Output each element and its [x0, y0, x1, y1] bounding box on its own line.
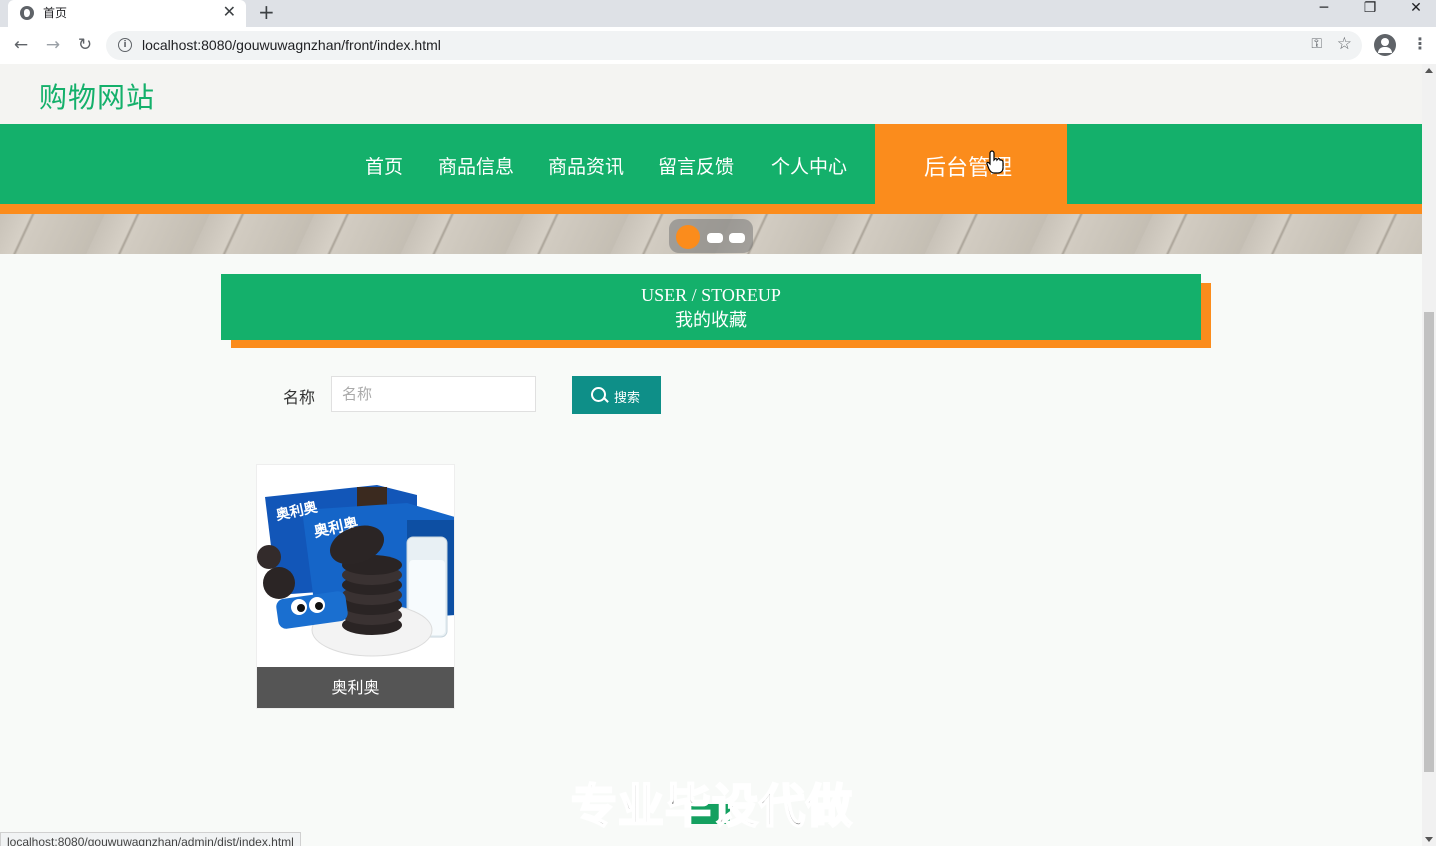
window-close-button[interactable]: ✕: [1393, 0, 1436, 20]
nav-item-home[interactable]: 首页: [365, 152, 403, 179]
product-name: 奥利奥: [257, 667, 454, 708]
browser-tab[interactable]: 首页 ✕: [8, 0, 246, 27]
search-input[interactable]: [331, 376, 536, 412]
search-button-label: 搜索: [614, 391, 641, 406]
menu-kebab-icon[interactable]: ⋮: [1412, 34, 1428, 53]
main-nav: 首页 商品信息 商品资讯 留言反馈 个人中心 后台管理: [0, 124, 1422, 204]
section-title: USER / STOREUP 我的收藏: [221, 274, 1201, 340]
tab-close-icon[interactable]: ✕: [223, 2, 236, 22]
nav-item-profile[interactable]: 个人中心: [771, 152, 847, 179]
search-icon: [591, 387, 606, 402]
url-text[interactable]: localhost:8080/gouwuwagnzhan/front/index…: [142, 37, 441, 53]
section-title-en: USER / STOREUP: [641, 285, 781, 305]
site-info-icon[interactable]: i: [118, 38, 132, 52]
tab-title: 首页: [43, 6, 68, 20]
scroll-down-arrow-icon[interactable]: [1425, 837, 1433, 842]
carousel-dot[interactable]: [707, 233, 723, 243]
forward-arrow-icon[interactable]: →: [41, 33, 65, 57]
scrollbar-thumb[interactable]: [1424, 312, 1434, 772]
carousel-dot-active[interactable]: [676, 225, 700, 249]
search-button[interactable]: 搜索: [572, 376, 661, 414]
browser-toolbar: ← → ↻ i localhost:8080/gouwuwagnzhan/fro…: [0, 27, 1436, 65]
nav-item-products[interactable]: 商品信息: [438, 152, 514, 179]
globe-icon: [20, 6, 34, 20]
profile-avatar-icon[interactable]: [1374, 34, 1396, 56]
new-tab-button[interactable]: +: [258, 0, 275, 24]
minimize-button[interactable]: ─: [1301, 0, 1347, 20]
search-label: 名称: [283, 388, 316, 407]
product-image: 奥利奥 奥利奥: [257, 465, 454, 667]
back-arrow-icon[interactable]: ←: [9, 33, 33, 57]
nav-accent-stripe: [0, 204, 1422, 214]
scroll-up-arrow-icon[interactable]: [1425, 68, 1433, 73]
page-viewport: 购物网站 首页 商品信息 商品资讯 留言反馈 个人中心 后台管理 USER / …: [0, 64, 1422, 846]
status-bar-url: localhost:8080/gouwuwagnzhan/admin/dist/…: [0, 832, 301, 846]
product-card[interactable]: 奥利奥 奥利奥 奥利奥: [256, 464, 455, 709]
nav-item-news[interactable]: 商品资讯: [548, 152, 624, 179]
hand-cursor-icon: [986, 150, 1004, 174]
restore-button[interactable]: ❐: [1347, 0, 1393, 20]
site-header: 购物网站: [0, 64, 1422, 124]
site-logo[interactable]: 购物网站: [39, 76, 155, 116]
address-bar[interactable]: i localhost:8080/gouwuwagnzhan/front/ind…: [106, 31, 1362, 60]
watermark-text: 专业毕设代做: [570, 778, 853, 834]
nav-item-feedback[interactable]: 留言反馈: [658, 152, 734, 179]
nav-item-admin[interactable]: 后台管理: [875, 124, 1067, 204]
carousel-indicators: [669, 219, 753, 253]
page-scrollbar[interactable]: [1422, 64, 1436, 846]
carousel-dot[interactable]: [729, 233, 745, 243]
browser-tab-strip: 首页 ✕ + ─ ❐ ✕: [0, 0, 1436, 27]
bookmark-star-icon[interactable]: ☆: [1337, 34, 1352, 54]
section-title-zh: 我的收藏: [675, 310, 747, 331]
reload-icon[interactable]: ↻: [73, 33, 97, 57]
key-icon[interactable]: ⚿: [1311, 36, 1322, 52]
